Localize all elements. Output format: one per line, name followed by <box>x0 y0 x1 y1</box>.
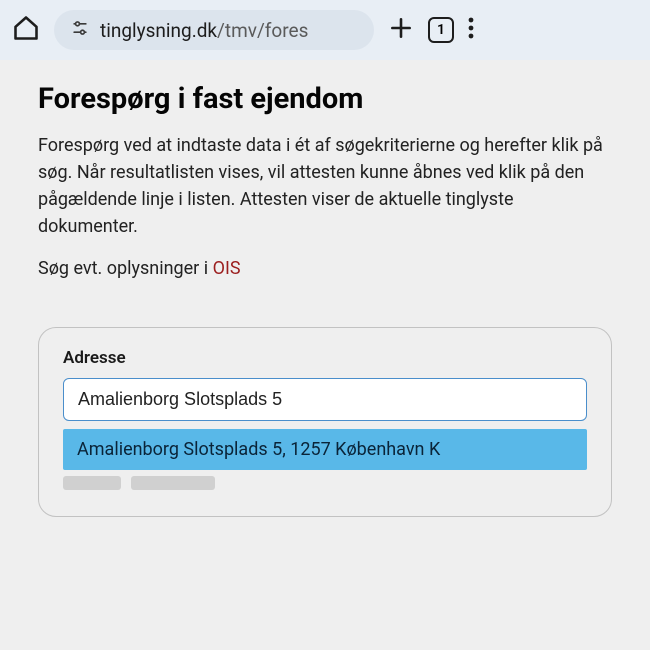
url-bar[interactable]: tinglysning.dk/tmv/fores <box>54 10 374 50</box>
placeholder-row <box>63 476 587 490</box>
new-tab-icon[interactable] <box>388 15 414 45</box>
site-settings-icon[interactable] <box>70 18 90 42</box>
address-suggestion[interactable]: Amalienborg Slotsplads 5, 1257 København… <box>63 429 587 470</box>
home-icon[interactable] <box>12 14 40 46</box>
address-field-label: Adresse <box>63 348 587 368</box>
placeholder-pill <box>131 476 215 490</box>
address-input[interactable] <box>63 378 587 421</box>
tab-count-value: 1 <box>437 22 445 38</box>
page-title: Forespørg i fast ejendom <box>38 82 612 116</box>
url-host: tinglysning.dk <box>100 19 217 42</box>
url-path: /tmv/fores <box>217 19 308 42</box>
page-description: Forespørg ved at indtaste data i ét af s… <box>38 132 612 240</box>
search-card: Adresse Amalienborg Slotsplads 5, 1257 K… <box>38 327 612 517</box>
url-text: tinglysning.dk/tmv/fores <box>100 19 308 42</box>
menu-dots-icon[interactable] <box>468 17 474 43</box>
secondary-text: Søg evt. oplysninger i OIS <box>38 258 612 279</box>
page-content: Forespørg i fast ejendom Forespørg ved a… <box>0 60 650 650</box>
tab-count-button[interactable]: 1 <box>428 17 454 43</box>
ois-link[interactable]: OIS <box>213 258 241 279</box>
secondary-prefix: Søg evt. oplysninger i <box>38 258 213 279</box>
placeholder-pill <box>63 476 121 490</box>
browser-toolbar: tinglysning.dk/tmv/fores 1 <box>0 0 650 60</box>
